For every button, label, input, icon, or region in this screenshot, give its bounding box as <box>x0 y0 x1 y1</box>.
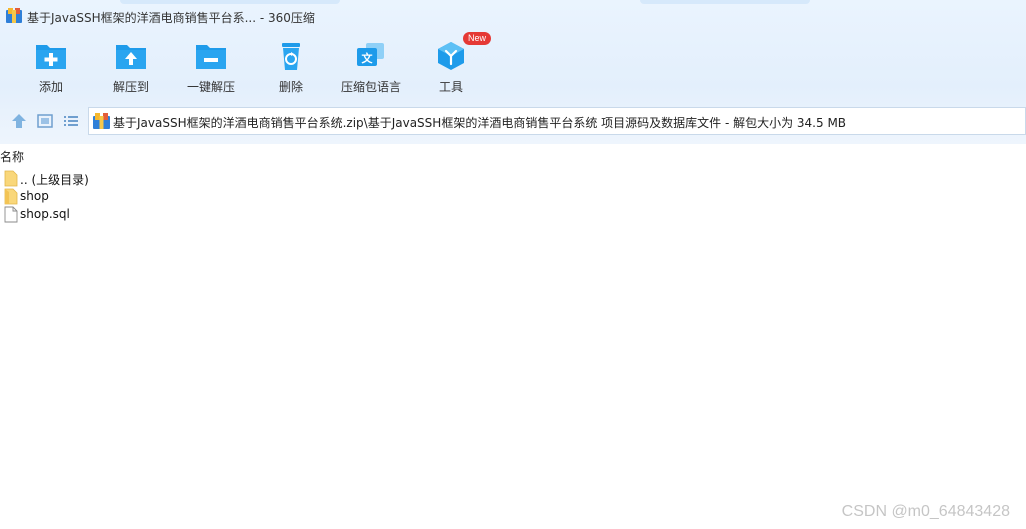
list-item-parent[interactable]: .. (上级目录) <box>0 170 400 188</box>
list-view-icon[interactable] <box>62 112 80 130</box>
top-chrome: 基于JavaSSH框架的洋酒电商销售平台系... - 360压缩 添加 解压到 … <box>0 0 1026 144</box>
new-badge: New <box>463 32 492 45</box>
recycle-bin-icon <box>282 43 300 70</box>
delete-button[interactable]: 删除 <box>251 36 331 98</box>
column-header-name[interactable]: 名称 <box>0 148 24 165</box>
tools-cube-icon <box>438 42 464 70</box>
one-click-extract-button[interactable]: 一键解压 <box>171 36 251 98</box>
language-pack-button[interactable]: 文 压缩包语言 <box>331 36 411 98</box>
window-title: 基于JavaSSH框架的洋酒电商销售平台系... - 360压缩 <box>27 11 315 25</box>
tools-button[interactable]: New 工具 <box>411 32 492 98</box>
zip-archive-icon <box>93 113 110 129</box>
title-bar[interactable]: 基于JavaSSH框架的洋酒电商销售平台系... - 360压缩 <box>0 0 1026 34</box>
delete-label: 删除 <box>278 80 303 94</box>
list-item-name: shop.sql <box>20 207 70 221</box>
one-click-folder-icon <box>196 45 226 69</box>
csdn-watermark: CSDN @m0_64843428 <box>841 503 1010 520</box>
one-click-extract-label: 一键解压 <box>186 80 235 94</box>
main-toolbar: 添加 解压到 一键解压 删除 文 压缩包语言 New 工具 <box>0 32 1026 98</box>
language-icon: 文 <box>357 43 384 66</box>
add-label: 添加 <box>38 80 63 94</box>
list-item-name: shop <box>20 189 49 203</box>
folder-icon <box>4 188 18 205</box>
file-icon <box>4 206 18 223</box>
archive-app-icon <box>6 8 22 23</box>
address-row: 基于JavaSSH框架的洋酒电商销售平台系统.zip\基于JavaSSH框架的洋… <box>0 106 1026 136</box>
add-button[interactable]: 添加 <box>11 36 91 98</box>
folder-icon <box>4 170 18 187</box>
list-item-shop[interactable]: shop <box>0 188 400 206</box>
svg-text:文: 文 <box>362 51 374 65</box>
add-folder-icon <box>36 45 66 69</box>
app-window: 基于JavaSSH框架的洋酒电商销售平台系... - 360压缩 添加 解压到 … <box>0 0 1026 529</box>
list-item-name: .. (上级目录) <box>20 173 89 187</box>
extract-to-button[interactable]: 解压到 <box>91 36 171 98</box>
extract-to-label: 解压到 <box>112 80 149 94</box>
address-path: 基于JavaSSH框架的洋酒电商销售平台系统.zip\基于JavaSSH框架的洋… <box>113 116 847 130</box>
thumbnail-view-icon[interactable] <box>36 112 54 130</box>
tools-label: 工具 <box>438 80 463 94</box>
language-pack-label: 压缩包语言 <box>340 80 401 94</box>
extract-folder-icon <box>116 45 146 69</box>
list-item-shop-sql[interactable]: shop.sql <box>0 206 400 224</box>
address-bar[interactable]: 基于JavaSSH框架的洋酒电商销售平台系统.zip\基于JavaSSH框架的洋… <box>88 107 1026 135</box>
list-header: 名称 <box>0 147 1026 165</box>
up-level-icon[interactable] <box>10 112 28 130</box>
